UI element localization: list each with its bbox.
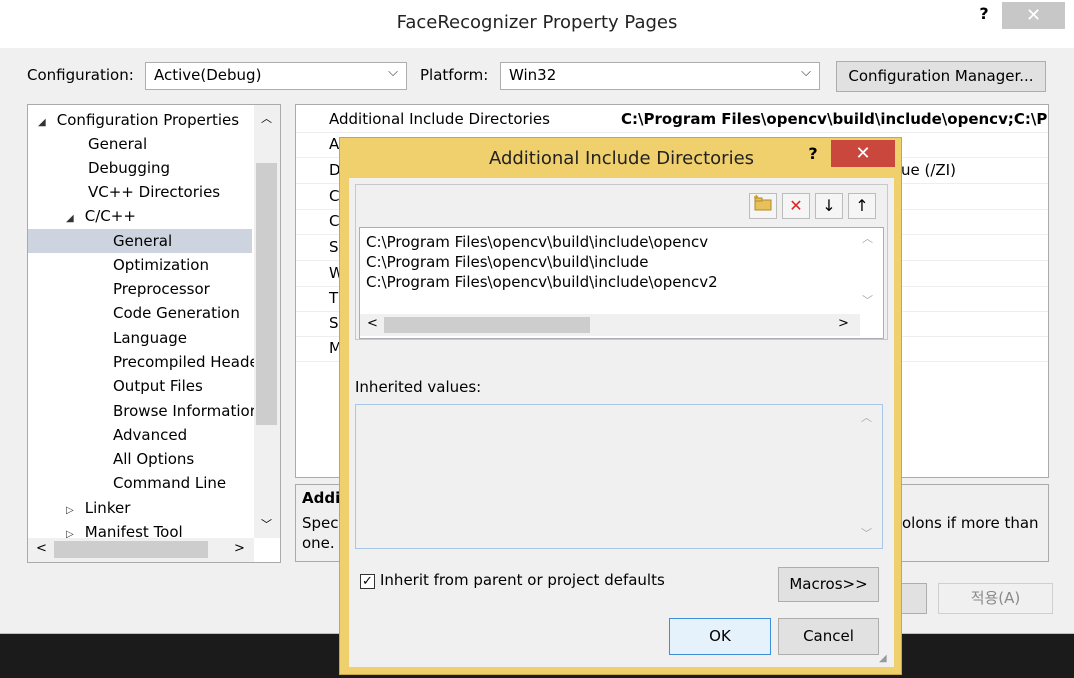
grid-row[interactable]: Additional Include Directories C:\Progra… bbox=[296, 107, 1048, 133]
tree-item-cpp[interactable]: ◢ C/C++ bbox=[66, 204, 136, 228]
tree-item-output-files[interactable]: Output Files bbox=[113, 374, 203, 398]
tree-item-precompiled-headers[interactable]: Precompiled Heade bbox=[113, 350, 259, 374]
inherited-values-box[interactable]: ︿ ﹀ bbox=[355, 404, 883, 549]
inherited-values-label: Inherited values: bbox=[355, 378, 482, 396]
tree-item-code-generation[interactable]: Code Generation bbox=[113, 301, 240, 325]
tree-item-general[interactable]: General bbox=[88, 132, 147, 156]
dialog-body: ✕ ↓ ↑ C:\Program Files\opencv\build\incl… bbox=[349, 178, 894, 667]
configuration-label: Configuration: bbox=[27, 66, 134, 84]
resize-grip-icon[interactable]: ◢ bbox=[879, 653, 887, 664]
ok-button[interactable]: OK bbox=[669, 618, 771, 655]
tree-item-browse-information[interactable]: Browse Informatior bbox=[113, 399, 256, 423]
macros-button[interactable]: Macros>> bbox=[778, 567, 879, 602]
tree-item-optimization[interactable]: Optimization bbox=[113, 253, 209, 277]
tree-item-language[interactable]: Language bbox=[113, 326, 187, 350]
help-button[interactable]: ? bbox=[972, 4, 996, 28]
configuration-combo[interactable]: Active(Debug) ⌵ bbox=[145, 62, 407, 90]
window-title: FaceRecognizer Property Pages bbox=[396, 12, 678, 33]
tree-item-advanced[interactable]: Advanced bbox=[113, 423, 187, 447]
scroll-thumb[interactable] bbox=[256, 163, 277, 425]
scroll-down-icon[interactable]: ﹀ bbox=[862, 292, 873, 308]
close-button[interactable]: ✕ bbox=[831, 140, 895, 167]
arrow-up-icon[interactable]: ↑ bbox=[848, 193, 876, 219]
tree-vertical-scrollbar[interactable]: ︿ ﹀ bbox=[254, 105, 280, 538]
list-item[interactable]: C:\Program Files\opencv\build\include\op… bbox=[366, 273, 718, 291]
list-item[interactable]: C:\Program Files\opencv\build\include bbox=[366, 253, 649, 271]
description-text-2: one. bbox=[302, 534, 335, 552]
scroll-thumb[interactable] bbox=[54, 541, 208, 558]
scroll-up-icon[interactable]: ︿ bbox=[261, 110, 272, 126]
tree-item-preprocessor[interactable]: Preprocessor bbox=[113, 277, 210, 301]
tree-horizontal-scrollbar[interactable]: < > bbox=[28, 538, 254, 562]
folder-new-icon[interactable] bbox=[749, 193, 777, 219]
expanded-icon[interactable]: ◢ bbox=[38, 111, 52, 135]
tree-item-vc-directories[interactable]: VC++ Directories bbox=[88, 180, 220, 204]
cancel-button[interactable]: Cancel bbox=[778, 618, 879, 655]
platform-label: Platform: bbox=[420, 66, 489, 84]
property-value: C:\Program Files\opencv\build\include\op… bbox=[621, 110, 1048, 128]
configuration-manager-button[interactable]: Configuration Manager... bbox=[836, 61, 1046, 92]
scroll-up-icon[interactable]: ︿ bbox=[862, 230, 873, 246]
inherit-checkbox-label[interactable]: Inherit from parent or project defaults bbox=[380, 571, 665, 589]
tree-item-linker[interactable]: ▷ Linker bbox=[66, 496, 130, 520]
description-text: Speci bbox=[302, 514, 343, 532]
tree-item-command-line[interactable]: Command Line bbox=[113, 471, 226, 495]
chevron-down-icon: ⌵ bbox=[801, 65, 811, 80]
platform-combo[interactable]: Win32 ⌵ bbox=[500, 62, 820, 90]
additional-include-directories-dialog: Additional Include Directories ? ✕ ✕ ↓ ↑… bbox=[339, 137, 902, 675]
tree-item-configuration-properties[interactable]: ◢ Configuration Properties bbox=[38, 108, 239, 132]
tree-item-cpp-general-selected[interactable]: General bbox=[28, 229, 252, 253]
property-tree[interactable]: ◢ Configuration Properties General Debug… bbox=[27, 104, 281, 563]
tree-item-manifest-tool[interactable]: ▷ Manifest Tool bbox=[66, 520, 183, 540]
inherit-checkbox[interactable]: ✓ bbox=[360, 574, 375, 589]
close-button[interactable]: ✕ bbox=[1002, 2, 1065, 29]
scroll-right-icon[interactable]: > bbox=[838, 316, 849, 331]
property-name: Additional Include Directories bbox=[329, 110, 550, 128]
scroll-right-icon[interactable]: > bbox=[234, 541, 245, 556]
chevron-down-icon: ⌵ bbox=[388, 65, 398, 80]
platform-value: Win32 bbox=[509, 66, 557, 84]
title-bar: FaceRecognizer Property Pages ? ✕ bbox=[0, 0, 1074, 48]
scroll-down-icon[interactable]: ﹀ bbox=[861, 525, 872, 541]
tree-item-debugging[interactable]: Debugging bbox=[88, 156, 170, 180]
expanded-icon[interactable]: ◢ bbox=[66, 207, 80, 231]
scroll-down-icon[interactable]: ﹀ bbox=[261, 516, 272, 532]
scroll-up-icon[interactable]: ︿ bbox=[861, 409, 872, 425]
list-horizontal-scrollbar[interactable]: < > bbox=[360, 314, 860, 336]
help-button[interactable]: ? bbox=[802, 144, 824, 163]
delete-icon[interactable]: ✕ bbox=[782, 193, 810, 219]
apply-button[interactable]: 적용(A) bbox=[938, 583, 1053, 614]
scroll-left-icon[interactable]: < bbox=[367, 316, 378, 331]
description-text-right: olons if more than bbox=[902, 514, 1039, 532]
scroll-left-icon[interactable]: < bbox=[36, 541, 47, 556]
description-title: Addi bbox=[302, 489, 341, 507]
scroll-thumb[interactable] bbox=[384, 317, 590, 333]
directories-list[interactable]: C:\Program Files\opencv\build\include\op… bbox=[359, 227, 884, 339]
tree-item-all-options[interactable]: All Options bbox=[113, 447, 194, 471]
list-item[interactable]: C:\Program Files\opencv\build\include\op… bbox=[366, 233, 708, 251]
property-value: ue (/ZI) bbox=[901, 161, 956, 179]
directories-editor: ✕ ↓ ↑ C:\Program Files\opencv\build\incl… bbox=[355, 184, 888, 340]
arrow-down-icon[interactable]: ↓ bbox=[815, 193, 843, 219]
configuration-value: Active(Debug) bbox=[154, 66, 262, 84]
